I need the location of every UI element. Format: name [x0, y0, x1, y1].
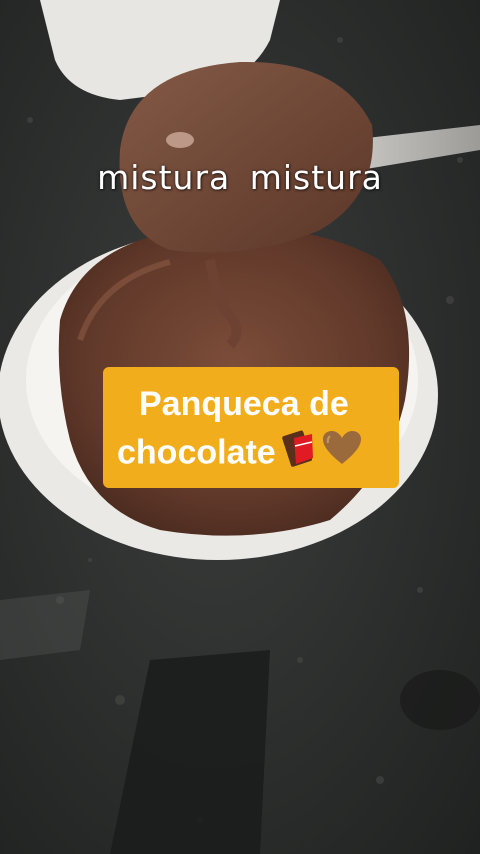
title-line-2: chocolate [117, 428, 389, 481]
chocolate-bar-icon [281, 428, 316, 481]
brown-heart-icon [322, 430, 362, 479]
title-banner: Panqueca de chocolate [103, 367, 399, 488]
title-line-1: Panqueca de [139, 385, 349, 423]
caption-text: mistura mistura [97, 158, 383, 197]
video-frame: mistura mistura Panqueca de chocolate [0, 0, 480, 854]
shadow [400, 670, 480, 730]
title-line-2-text: chocolate [117, 433, 276, 472]
light-reflection [0, 590, 90, 660]
spoon-highlight [166, 132, 194, 148]
